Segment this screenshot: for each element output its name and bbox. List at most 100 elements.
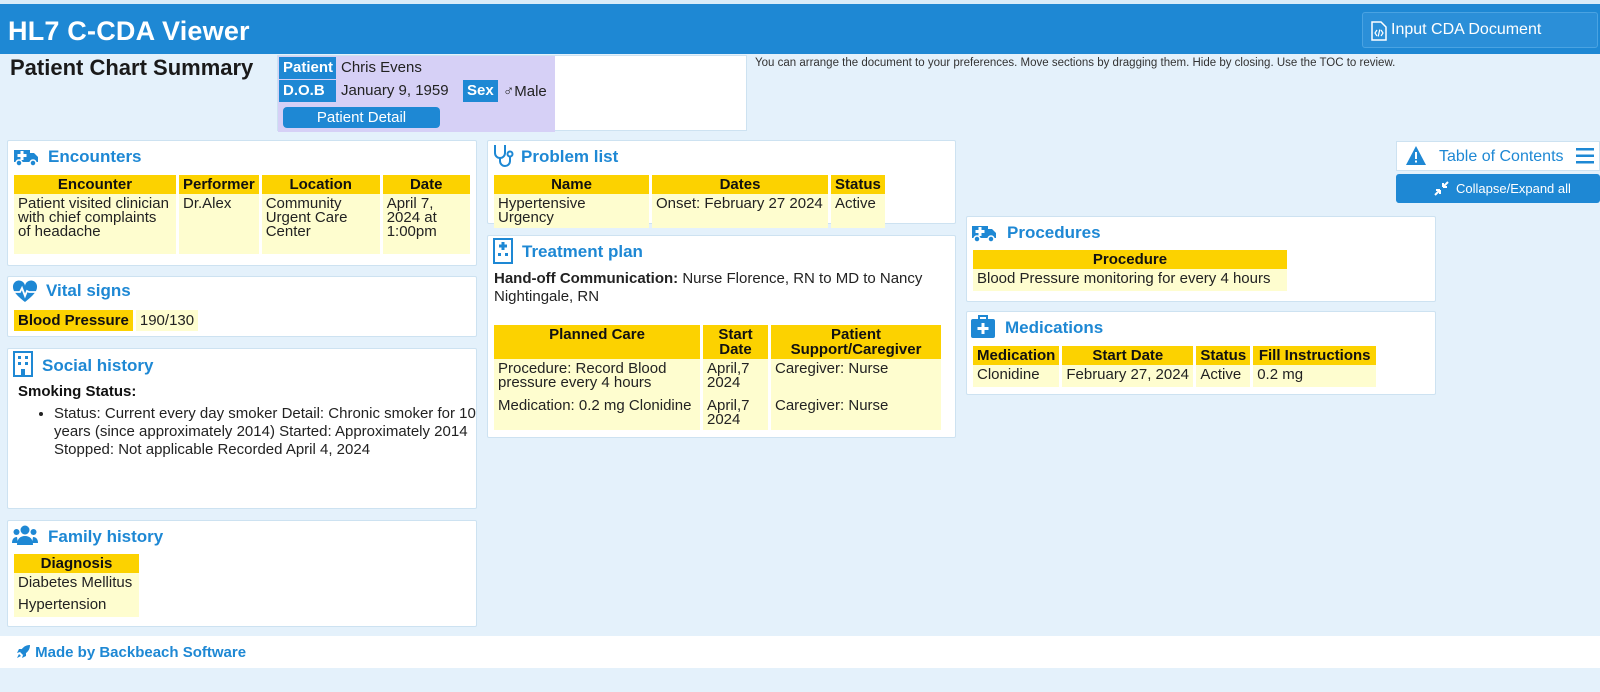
sex-label: Sex [463,80,498,102]
handoff-label: Hand-off Communication: [494,270,679,287]
table-row: Blood Pressure monitoring for every 4 ho… [973,269,1287,291]
arrange-hint: You can arrange the document to your pre… [755,57,1396,69]
social-history-section[interactable]: Social history Smoking Status: Status: C… [7,348,477,509]
problem-list-table: Name Dates Status Hypertensive Urgency O… [491,175,888,228]
footer-link[interactable]: Made by Backbeach Software [16,644,246,661]
vital-signs-section[interactable]: Vital signs Blood Pressure 190/130 [7,276,477,337]
table-row: Clonidine February 27, 2024 Active 0.2 m… [973,365,1377,387]
table-cell: 0.2 mg [1253,365,1377,387]
treatment-plan-table: Planned Care Start Date Patient Support/… [491,325,944,430]
page-title: Patient Chart Summary [10,55,254,80]
encounters-table: Encounter Performer Location Date Patien… [11,175,473,254]
family-history-title: Family history [48,527,164,546]
column-header: Procedure [973,250,1287,269]
table-cell: April 7, 2024 at 1:00pm [382,194,470,254]
table-cell: Onset: February 27 2024 [652,194,828,228]
app-header: HL7 C-CDA Viewer Input CDA Document [0,4,1600,54]
table-cell: Medication: 0.2 mg Clonidine [494,396,700,430]
ambulance-icon [972,226,996,243]
app-title: HL7 C-CDA Viewer [8,16,250,46]
medications-title: Medications [1005,318,1104,337]
vital-label: Blood Pressure [14,310,133,331]
table-row: Medication: 0.2 mg Clonidine April,7 202… [494,396,941,430]
table-cell: Hypertension [14,595,139,617]
footer-label: Made by Backbeach Software [35,644,247,661]
column-header: Fill Instructions [1253,346,1377,365]
family-history-table: Diagnosis Diabetes Mellitus Hypertension [11,554,142,617]
encounters-section[interactable]: Encounters Encounter Performer Location … [7,140,477,266]
table-row: Hypertension [14,595,139,617]
procedures-section[interactable]: Procedures Procedure Blood Pressure moni… [966,216,1436,302]
column-header: Performer [179,175,259,194]
table-cell: April,7 2024 [703,396,768,430]
patient-panel: Patient Chris Evens D.O.B January 9, 195… [278,56,555,132]
table-of-contents-toggle[interactable]: Table of Contents [1396,141,1600,171]
column-header: Dates [652,175,828,194]
column-header: Location [261,175,380,194]
vital-value: 190/130 [135,310,199,331]
column-header: Medication [973,346,1060,365]
table-cell: Active [1196,365,1251,387]
table-row: Diabetes Mellitus [14,573,139,595]
treatment-plan-section[interactable]: Treatment plan Hand-off Communication: N… [487,235,956,438]
ambulance-icon [14,150,38,167]
compress-icon [1434,181,1449,196]
family-history-section[interactable]: Family history Diagnosis Diabetes Mellit… [7,520,477,627]
medications-section[interactable]: Medications Medication Start Date Status… [966,311,1436,395]
collapse-expand-button[interactable]: Collapse/Expand all [1396,174,1600,203]
list-item: Status: Current every day smoker Detail:… [54,405,476,459]
table-cell: Caregiver: Nurse [771,396,941,430]
toc-label: Table of Contents [1439,148,1564,165]
building-icon [13,351,33,377]
vital-signs-table: Blood Pressure 190/130 [11,310,201,331]
table-cell: Community Urgent Care Center [261,194,380,254]
table-header-row: Diagnosis [14,554,139,573]
table-cell: February 27, 2024 [1062,365,1194,387]
medications-table: Medication Start Date Status Fill Instru… [970,346,1379,387]
column-header: Planned Care [494,325,700,359]
patient-name: Chris Evens [341,59,422,76]
column-header: Start Date [1062,346,1194,365]
table-cell: Blood Pressure monitoring for every 4 ho… [973,269,1287,291]
dob-value: January 9, 1959 [341,82,449,99]
encounters-title: Encounters [48,147,142,166]
treatment-plan-title: Treatment plan [522,242,643,261]
table-cell: Caregiver: Nurse [771,359,941,396]
table-row: Patient visited clinician with chief com… [14,194,470,254]
warning-icon [1406,146,1426,165]
smoking-status-heading: Smoking Status: [18,383,137,400]
table-cell: Patient visited clinician with chief com… [14,194,176,254]
column-header: Status [1196,346,1251,365]
code-file-icon [1371,21,1387,41]
table-header-row: Medication Start Date Status Fill Instru… [973,346,1377,365]
dob-label: D.O.B [279,80,336,102]
social-history-list: Status: Current every day smoker Detail:… [18,405,476,459]
rocket-icon [17,645,30,658]
heartbeat-icon [12,280,38,302]
problem-list-section[interactable]: Problem list Name Dates Status Hypertens… [487,140,956,228]
menu-icon[interactable] [1575,147,1595,165]
table-row: Blood Pressure 190/130 [14,310,199,331]
input-cda-button[interactable]: Input CDA Document [1362,12,1598,48]
table-cell: Dr.Alex [179,194,259,254]
hospital-icon [493,238,513,264]
stethoscope-icon [494,145,514,167]
table-cell: Active [831,194,885,228]
table-header-row: Planned Care Start Date Patient Support/… [494,325,941,359]
table-cell: April,7 2024 [703,359,768,396]
patient-detail-button[interactable]: Patient Detail [283,107,440,128]
table-row: Procedure: Record Blood pressure every 4… [494,359,941,396]
column-header: Diagnosis [14,554,139,573]
table-header-row: Name Dates Status [494,175,885,194]
procedures-table: Procedure Blood Pressure monitoring for … [970,250,1290,291]
sex-value: ♂Male [503,83,547,100]
input-cda-label: Input CDA Document [1391,21,1542,38]
patient-label: Patient [279,57,336,79]
table-cell: Procedure: Record Blood pressure every 4… [494,359,700,396]
patient-summary: Patient Chris Evens D.O.B January 9, 195… [277,55,747,132]
table-row: Hypertensive Urgency Onset: February 27 … [494,194,885,228]
table-header-row: Encounter Performer Location Date [14,175,470,194]
column-header: Name [494,175,649,194]
footer: Made by Backbeach Software [0,636,1600,668]
table-cell: Hypertensive Urgency [494,194,649,228]
